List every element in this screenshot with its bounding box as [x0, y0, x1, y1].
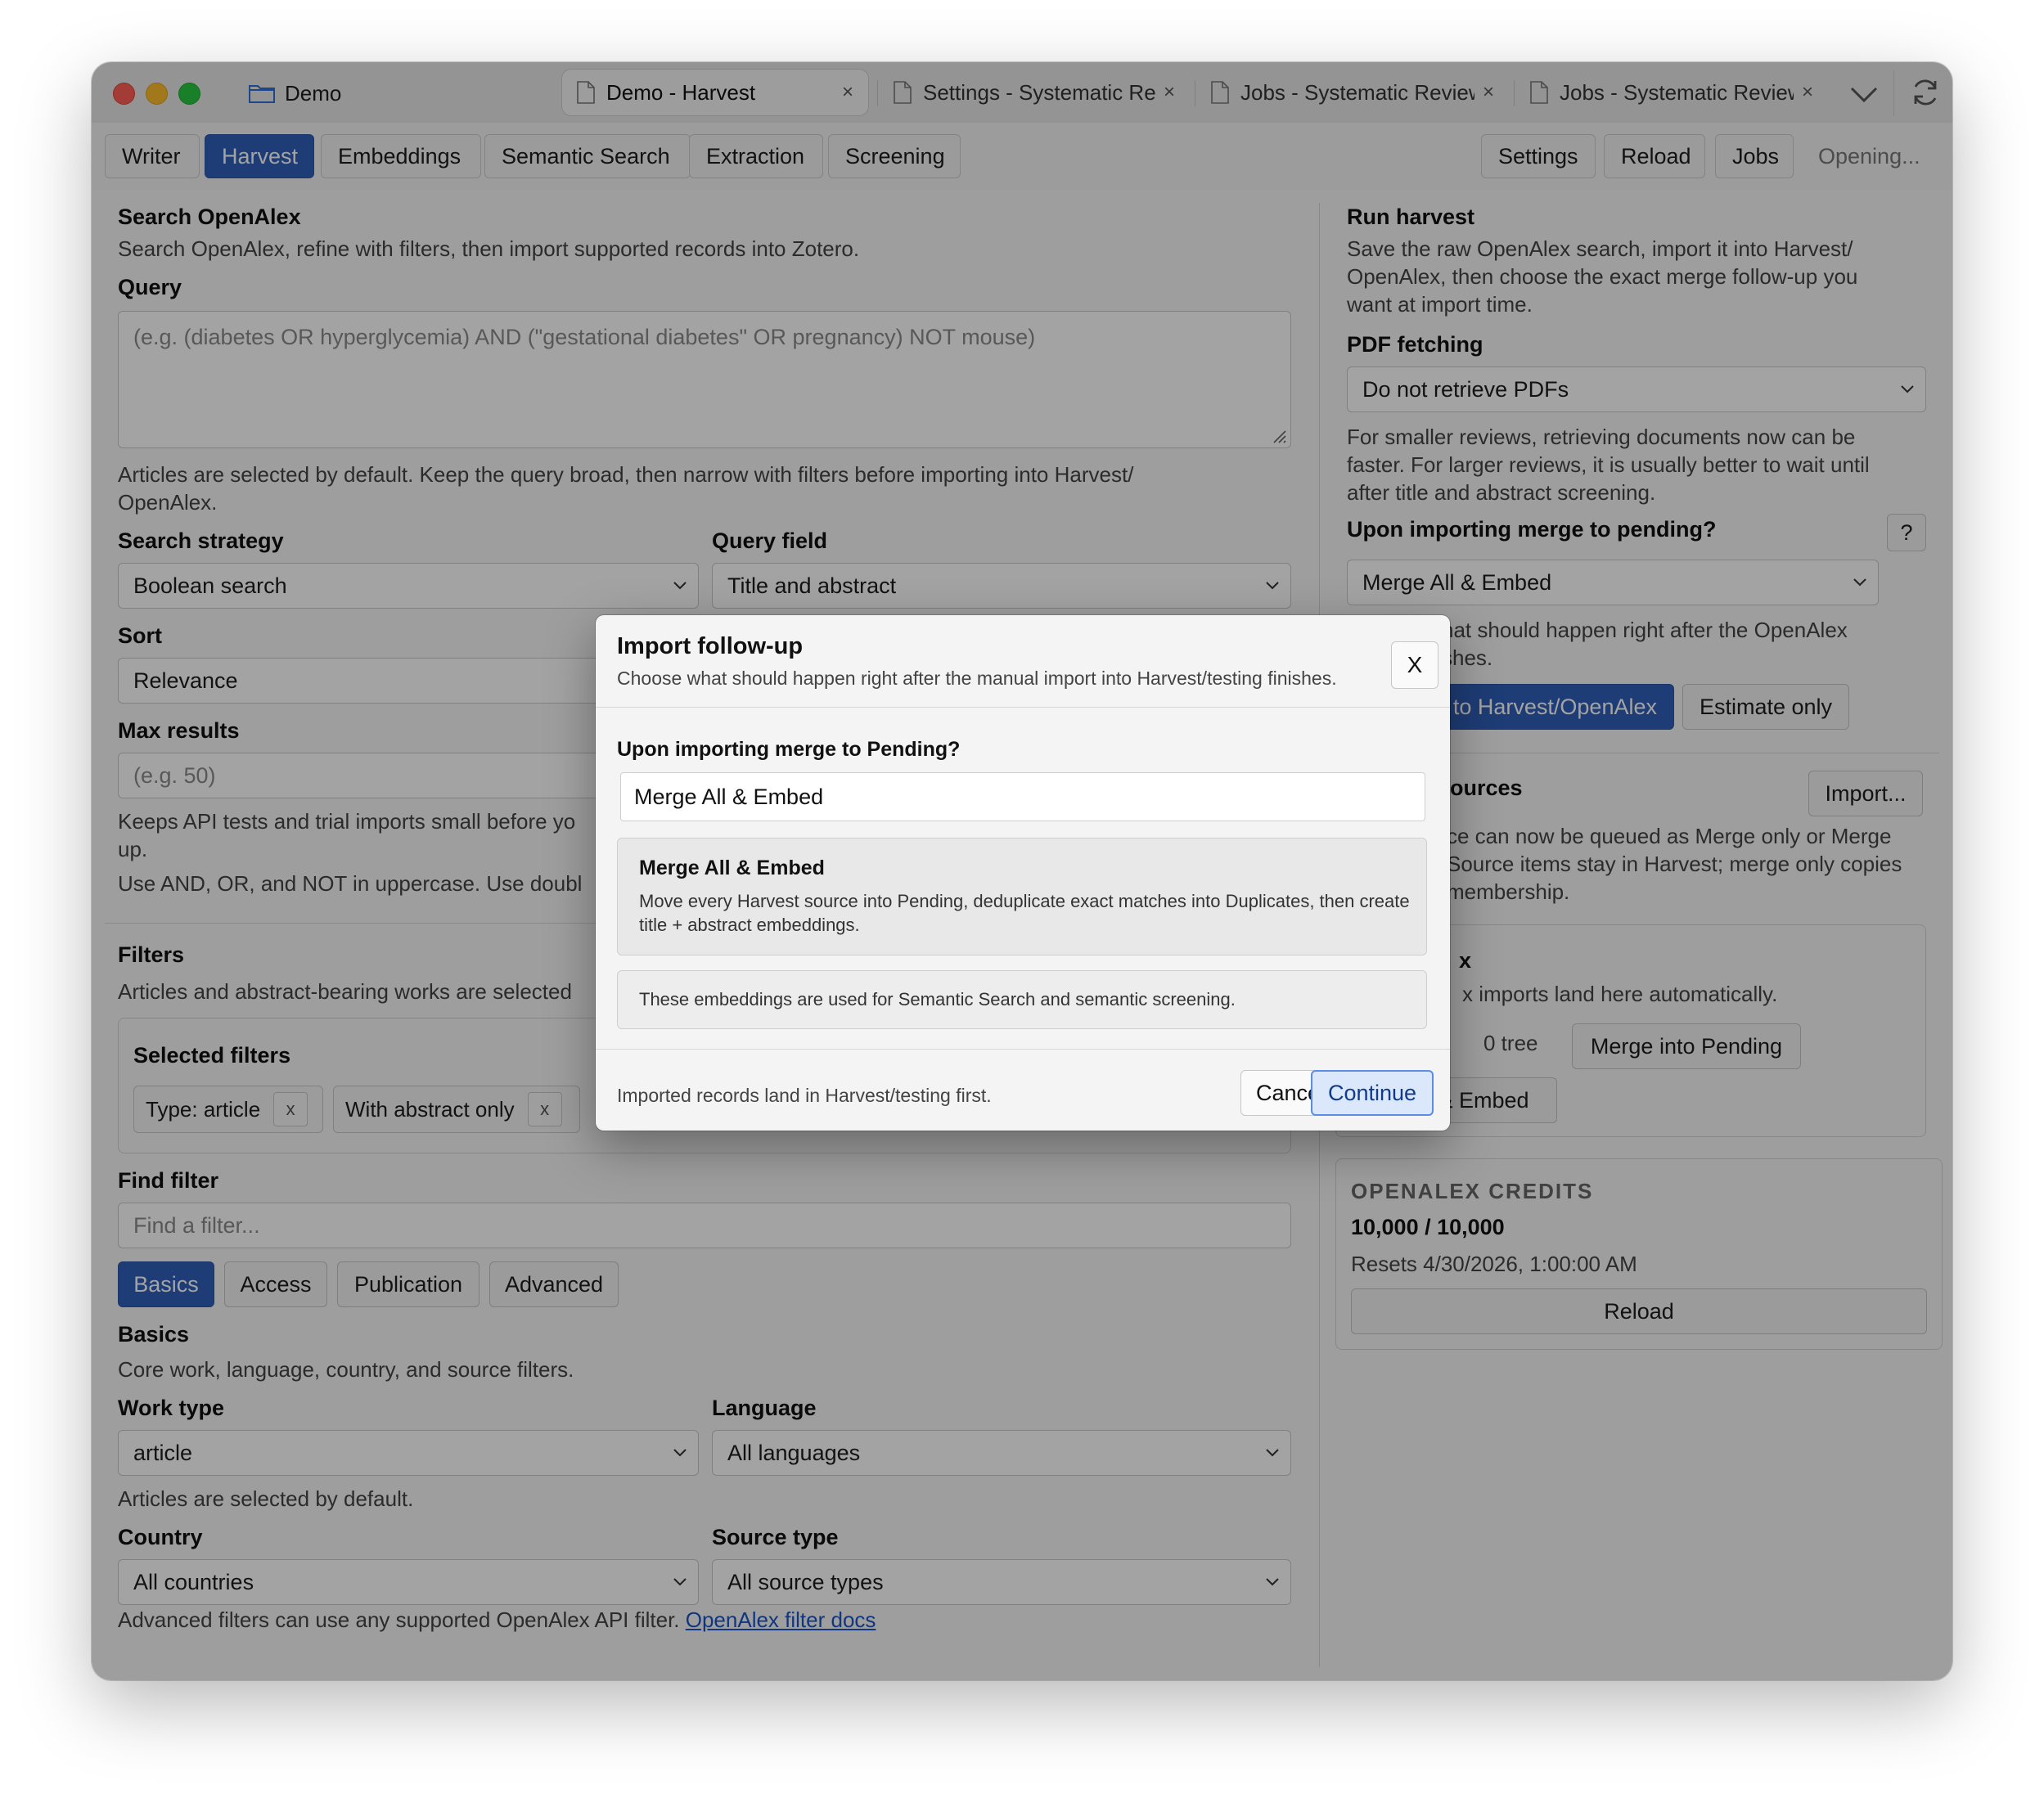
option-title: Merge All & Embed — [639, 857, 825, 879]
merge-all-embed-option[interactable]: Merge All & Embed Move every Harvest sou… — [617, 838, 1427, 955]
merge-choice-value: Merge All & Embed — [634, 784, 824, 809]
dialog-footer-divider — [596, 1049, 1450, 1050]
app-window: Demo Demo - Harvest × Settings - Systema… — [92, 62, 1952, 1680]
dialog-divider — [596, 707, 1450, 708]
dialog-subtitle: Choose what should happen right after th… — [617, 668, 1337, 689]
dialog-title: Import follow-up — [617, 633, 804, 659]
option-description: Move every Harvest source into Pending, … — [639, 891, 1410, 935]
dialog-close-button[interactable]: X — [1391, 641, 1438, 689]
continue-button[interactable]: Continue — [1311, 1070, 1434, 1116]
merge-choice-select[interactable]: Merge All & Embed — [620, 772, 1425, 821]
embeddings-note: These embeddings are used for Semantic S… — [617, 970, 1427, 1029]
merge-choice-label: Upon importing merge to Pending? — [617, 738, 961, 761]
import-followup-dialog: Import follow-up Choose what should happ… — [596, 615, 1450, 1131]
dialog-footer-note: Imported records land in Harvest/testing… — [617, 1085, 992, 1106]
